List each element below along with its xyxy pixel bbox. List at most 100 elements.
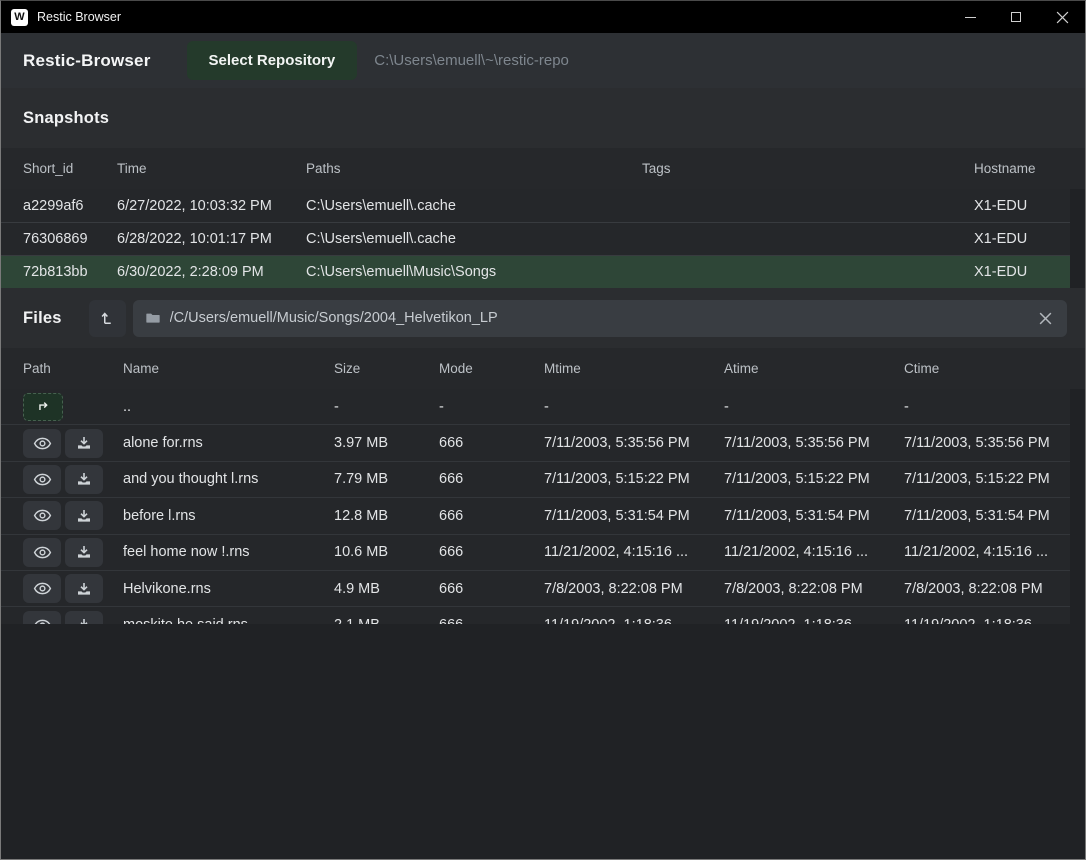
restore-file-button[interactable] bbox=[65, 465, 103, 494]
restore-file-button[interactable] bbox=[65, 574, 103, 603]
snapshot-hostname: X1-EDU bbox=[974, 198, 1070, 214]
snapshot-time: 6/27/2022, 10:03:32 PM bbox=[117, 198, 306, 214]
snapshot-time: 6/30/2022, 2:28:09 PM bbox=[117, 264, 306, 280]
close-path-icon bbox=[1038, 311, 1053, 326]
up-level-icon bbox=[98, 309, 116, 327]
close-button[interactable] bbox=[1039, 1, 1085, 33]
files-table-header: Path Name Size Mode Mtime Atime Ctime bbox=[1, 348, 1085, 389]
current-path-bar: /C/Users/emuell/Music/Songs/2004_Helveti… bbox=[133, 300, 1067, 337]
preview-file-button[interactable] bbox=[23, 501, 61, 530]
file-row: feel home now !.rns 10.6 MB 666 11/21/20… bbox=[1, 535, 1070, 571]
file-size: 7.79 MB bbox=[334, 471, 439, 487]
snapshot-time: 6/28/2022, 10:01:17 PM bbox=[117, 231, 306, 247]
eye-icon bbox=[33, 616, 52, 624]
preview-file-button[interactable] bbox=[23, 465, 61, 494]
snapshot-row[interactable]: a2299af6 6/27/2022, 10:03:32 PM C:\Users… bbox=[1, 189, 1070, 222]
return-up-icon bbox=[35, 398, 52, 415]
snapshot-row[interactable]: 76306869 6/28/2022, 10:01:17 PM C:\Users… bbox=[1, 222, 1070, 255]
preview-file-button[interactable] bbox=[23, 538, 61, 567]
file-mode: 666 bbox=[439, 435, 544, 451]
file-rows: alone for.rns 3.97 MB 666 7/11/2003, 5:3… bbox=[1, 425, 1085, 624]
file-atime: 7/11/2003, 5:15:22 PM bbox=[724, 471, 904, 487]
file-name: .. bbox=[123, 399, 334, 415]
minimize-button[interactable] bbox=[947, 1, 993, 33]
restore-file-button[interactable] bbox=[65, 429, 103, 458]
preview-file-button[interactable] bbox=[23, 574, 61, 603]
eye-icon bbox=[33, 506, 52, 525]
column-size: Size bbox=[334, 361, 439, 376]
file-ctime: 7/8/2003, 8:22:08 PM bbox=[904, 581, 1070, 597]
file-ctime: 11/21/2002, 4:15:16 ... bbox=[904, 544, 1070, 560]
maximize-button[interactable] bbox=[993, 1, 1039, 33]
file-name: alone for.rns bbox=[123, 435, 334, 451]
snapshot-short-id: a2299af6 bbox=[23, 198, 117, 214]
snapshot-row[interactable]: 72b813bb 6/30/2022, 2:28:09 PM C:\Users\… bbox=[1, 255, 1070, 288]
restore-file-button[interactable] bbox=[65, 611, 103, 624]
file-name: and you thought l.rns bbox=[123, 471, 334, 487]
file-row: before l.rns 12.8 MB 666 7/11/2003, 5:31… bbox=[1, 498, 1070, 534]
preview-file-button[interactable] bbox=[23, 611, 61, 624]
file-name: before l.rns bbox=[123, 508, 334, 524]
app-window: W Restic Browser Restic-Browser Select R… bbox=[0, 0, 1086, 860]
file-mode: 666 bbox=[439, 508, 544, 524]
column-name: Name bbox=[123, 361, 334, 376]
eye-icon bbox=[33, 434, 52, 453]
files-section-header: Files /C/Users/emuell/Music/Songs/2004_H… bbox=[1, 288, 1085, 348]
file-name: moskito he said.rns bbox=[123, 617, 334, 624]
file-ctime: 7/11/2003, 5:15:22 PM bbox=[904, 471, 1070, 487]
file-mode: 666 bbox=[439, 544, 544, 560]
maximize-icon bbox=[1011, 12, 1021, 22]
file-name: feel home now !.rns bbox=[123, 544, 334, 560]
column-paths: Paths bbox=[306, 161, 642, 176]
file-row: alone for.rns 3.97 MB 666 7/11/2003, 5:3… bbox=[1, 425, 1070, 461]
preview-file-button[interactable] bbox=[23, 429, 61, 458]
snapshot-paths: C:\Users\emuell\.cache bbox=[306, 198, 642, 214]
file-size: - bbox=[334, 399, 439, 415]
eye-icon bbox=[33, 470, 52, 489]
page-title: Restic-Browser bbox=[23, 51, 151, 71]
file-ctime: 11/19/2002, 1:18:36 ... bbox=[904, 617, 1070, 624]
column-short-id: Short_id bbox=[23, 161, 117, 176]
file-size: 10.6 MB bbox=[334, 544, 439, 560]
snapshot-paths: C:\Users\emuell\.cache bbox=[306, 231, 642, 247]
file-size: 12.8 MB bbox=[334, 508, 439, 524]
snapshot-hostname: X1-EDU bbox=[974, 231, 1070, 247]
download-icon bbox=[76, 544, 92, 560]
file-size: 3.97 MB bbox=[334, 435, 439, 451]
select-repository-button[interactable]: Select Repository bbox=[187, 41, 358, 80]
file-mtime: - bbox=[544, 399, 724, 415]
download-icon bbox=[76, 581, 92, 597]
snapshot-short-id: 76306869 bbox=[23, 231, 117, 247]
dump-uplevel-button[interactable] bbox=[89, 300, 126, 337]
file-row: and you thought l.rns 7.79 MB 666 7/11/2… bbox=[1, 462, 1070, 498]
file-atime: - bbox=[724, 399, 904, 415]
file-mtime: 7/11/2003, 5:35:56 PM bbox=[544, 435, 724, 451]
folder-icon bbox=[145, 310, 161, 326]
file-row: moskito he said.rns 2.1 MB 666 11/19/200… bbox=[1, 607, 1070, 624]
restore-file-button[interactable] bbox=[65, 501, 103, 530]
snapshot-paths: C:\Users\emuell\Music\Songs bbox=[306, 264, 642, 280]
title-bar: W Restic Browser bbox=[1, 1, 1085, 33]
go-up-button[interactable] bbox=[23, 393, 63, 421]
column-mtime: Mtime bbox=[544, 361, 724, 376]
eye-icon bbox=[33, 543, 52, 562]
app-header: Restic-Browser Select Repository C:\User… bbox=[1, 33, 1085, 88]
file-mtime: 11/21/2002, 4:15:16 ... bbox=[544, 544, 724, 560]
download-icon bbox=[76, 435, 92, 451]
file-mode: - bbox=[439, 399, 544, 415]
download-icon bbox=[76, 617, 92, 624]
download-icon bbox=[76, 508, 92, 524]
column-ctime: Ctime bbox=[904, 361, 1085, 376]
snapshots-title: Snapshots bbox=[23, 109, 109, 128]
files-table: .. - - - - - alone for.r bbox=[1, 389, 1085, 624]
column-atime: Atime bbox=[724, 361, 904, 376]
file-name: Helvikone.rns bbox=[123, 581, 334, 597]
file-ctime: 7/11/2003, 5:35:56 PM bbox=[904, 435, 1070, 451]
clear-path-button[interactable] bbox=[1036, 309, 1055, 328]
empty-area bbox=[1, 624, 1085, 859]
column-mode: Mode bbox=[439, 361, 544, 376]
file-ctime: - bbox=[904, 399, 1070, 415]
file-mode: 666 bbox=[439, 471, 544, 487]
restore-file-button[interactable] bbox=[65, 538, 103, 567]
files-title: Files bbox=[23, 309, 62, 328]
